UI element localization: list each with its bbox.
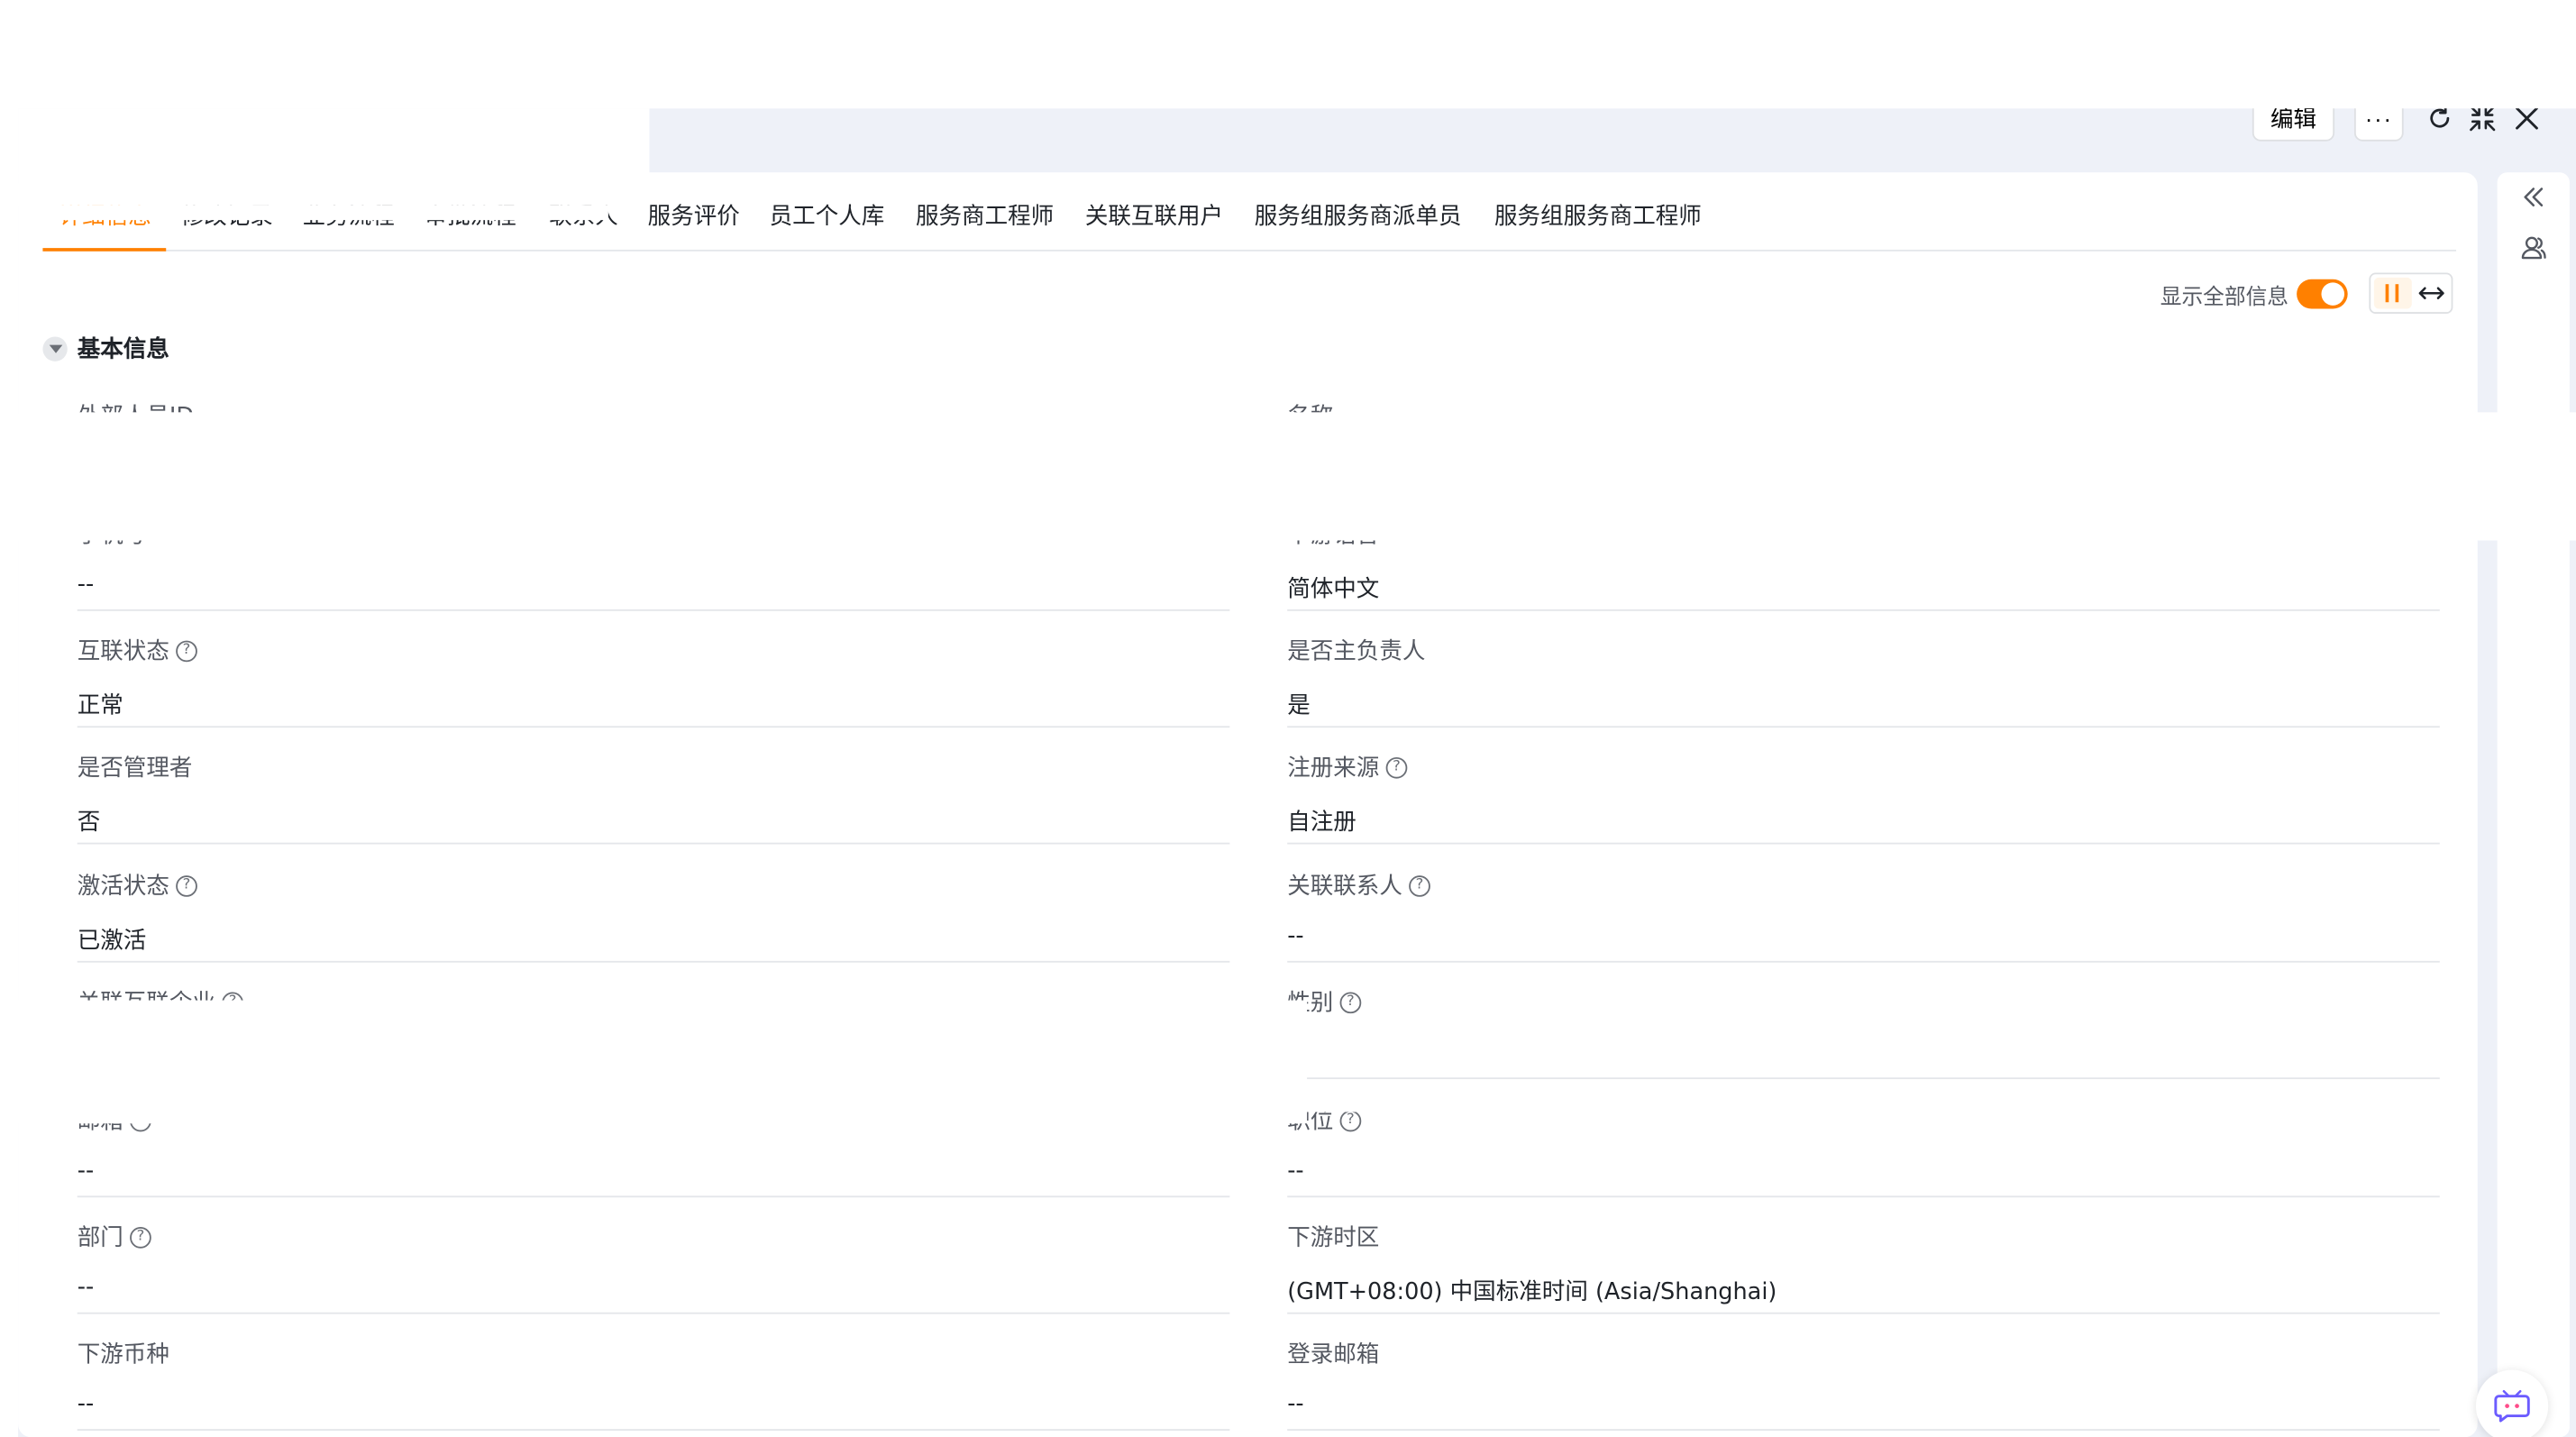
page-stage: 编辑 ··· 详细信息 修改记录 业务流程 审批流程 联系人 服务评价 员工个人… (0, 0, 2576, 1437)
field-divider (77, 1195, 1230, 1198)
field-divider (77, 960, 1230, 963)
field-label: 是否管理者 (77, 755, 193, 783)
show-all-label: 显示全部信息 (2160, 286, 2289, 311)
field-value: -- (1287, 1158, 1304, 1185)
field-label: 注册来源? (1287, 751, 1408, 783)
field-activation-status: 激活状态? 已激活 (77, 869, 1230, 985)
field-value: -- (1287, 922, 1304, 950)
team-icon[interactable] (2518, 233, 2548, 263)
show-all-toggle[interactable] (2297, 279, 2348, 309)
field-label: 登录邮箱 (1287, 1341, 1380, 1368)
right-rail (2497, 172, 2570, 1437)
field-label: 是否主负责人 (1287, 638, 1426, 665)
double-chevron-left-icon[interactable] (2520, 184, 2546, 210)
section-title: 基本信息 (77, 336, 169, 363)
field-divider (77, 726, 1230, 728)
help-icon[interactable]: ? (1385, 756, 1408, 778)
field-value: -- (1287, 1391, 1304, 1418)
tab-clip-top (42, 205, 608, 221)
field-downstream-timezone: 下游时区 (GMT+08:00) 中国标准时间 (Asia/Shanghai) (1287, 1221, 2440, 1337)
column-bar (2385, 284, 2389, 303)
field-label: 互联状态? (78, 634, 197, 666)
field-label: 下游币种 (77, 1341, 169, 1368)
active-tab-underline (42, 248, 167, 252)
field-value: -- (77, 1274, 95, 1302)
layout-switch (2369, 272, 2453, 315)
field-value: -- (77, 572, 95, 599)
ai-assistant-icon (2494, 1389, 2530, 1423)
field-label: 关联联系人? (1287, 869, 1430, 902)
field-divider (1287, 726, 2440, 728)
field-divider (1287, 960, 2440, 963)
field-login-email: 登录邮箱 -- (1287, 1337, 2440, 1437)
blank-band-3 (1287, 1018, 2447, 1052)
ai-assistant-button[interactable] (2475, 1369, 2549, 1437)
field-is-manager: 是否管理者 否 (77, 751, 1230, 867)
caret-down-icon[interactable] (42, 335, 68, 361)
field-value: -- (77, 1158, 95, 1185)
toggle-knob (2321, 282, 2345, 306)
blank-band-1-full (0, 414, 2576, 541)
horizontal-expand-icon[interactable] (2416, 281, 2446, 306)
top-blank-band-right (649, 0, 2576, 97)
tab-group-engineers[interactable]: 服务组服务商工程师 (1494, 198, 1702, 231)
tab-employee-library[interactable]: 员工个人库 (770, 198, 885, 231)
field-value: 自注册 (1287, 810, 1357, 837)
field-label: 部门? (78, 1221, 151, 1253)
help-icon[interactable]: ? (1409, 874, 1430, 896)
tab-provider-engineers[interactable]: 服务商工程师 (916, 198, 1054, 231)
field-divider (1287, 609, 2440, 611)
field-linked-contact: 关联联系人? -- (1287, 869, 2440, 985)
field-value: 否 (77, 810, 101, 837)
help-icon[interactable]: ? (1339, 1109, 1362, 1131)
tab-linked-users[interactable]: 关联互联用户 (1085, 198, 1223, 231)
field-divider (1287, 1077, 2440, 1080)
field-divider (1287, 1429, 2440, 1431)
field-registration-source: 注册来源? 自注册 (1287, 751, 2440, 867)
field-value: 简体中文 (1287, 576, 1380, 603)
field-value: 正常 (77, 692, 123, 720)
field-value: -- (77, 1391, 95, 1418)
field-downstream-currency: 下游币种 -- (77, 1337, 1230, 1437)
field-department: 部门? -- (77, 1221, 1230, 1337)
field-divider (77, 842, 1230, 845)
blank-band-2 (0, 1000, 1308, 1124)
field-value: (GMT+08:00) 中国标准时间 (Asia/Shanghai) (1287, 1279, 1777, 1306)
field-divider (77, 1312, 1230, 1314)
help-icon[interactable]: ? (176, 874, 197, 896)
tab-service-rating[interactable]: 服务评价 (648, 198, 740, 231)
field-divider (1287, 842, 2440, 845)
field-divider (77, 609, 1230, 611)
help-icon[interactable]: ? (176, 639, 197, 662)
field-link-status: 互联状态? 正常 (77, 634, 1230, 750)
help-icon[interactable]: ? (1339, 991, 1362, 1013)
help-icon[interactable]: ? (130, 1226, 151, 1248)
field-divider (77, 1429, 1230, 1431)
field-value: 已激活 (77, 928, 147, 955)
two-column-icon[interactable] (2373, 277, 2412, 309)
column-bar (2395, 284, 2398, 303)
tab-clip-bottom (42, 230, 608, 245)
header-title-area (18, 108, 650, 175)
tab-group-dispatchers[interactable]: 服务组服务商派单员 (1255, 198, 1462, 231)
section-basic-info[interactable]: 基本信息 (42, 332, 169, 364)
field-value: 是 (1287, 692, 1311, 720)
blank-band-4 (1287, 1084, 2447, 1112)
tab-blank-area (18, 172, 650, 206)
field-divider (1287, 1312, 2440, 1314)
field-label: 激活状态? (78, 869, 197, 902)
field-is-primary-owner: 是否主负责人 是 (1287, 634, 2440, 750)
field-label: 下游时区 (1287, 1225, 1380, 1252)
field-position: 职位? -- (1287, 1103, 2440, 1220)
left-blank-strip (0, 108, 19, 1437)
field-divider (1287, 1195, 2440, 1198)
